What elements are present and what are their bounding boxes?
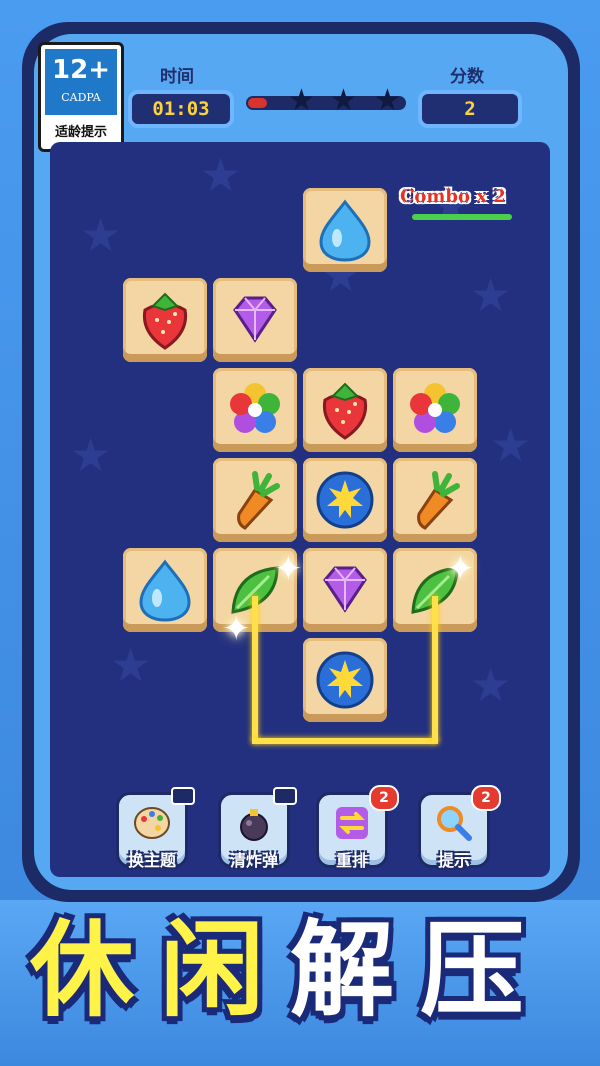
sun-icon <box>316 471 374 529</box>
water-drop-icon <box>319 199 371 262</box>
flower-icon <box>410 383 460 433</box>
tile-strawberry[interactable] <box>123 278 207 362</box>
background-star-icon: ★ <box>470 268 512 322</box>
strawberry-icon <box>322 382 368 440</box>
combo-text: Combo x 2 <box>400 186 506 207</box>
theme-button-label: 换主题 <box>127 851 176 870</box>
tile-water-drop[interactable] <box>303 188 387 272</box>
shuffle-icon <box>336 807 368 839</box>
theme-button[interactable]: 换主题 <box>116 787 195 870</box>
sparkle-icon: ✦ <box>222 609 251 649</box>
combo-timer-bar <box>412 214 512 220</box>
hint-button[interactable]: 2 提示 <box>418 785 501 870</box>
background-star-icon: ★ <box>470 658 512 712</box>
time-label: 时间 <box>160 67 194 87</box>
slogan-char: 压 <box>420 909 525 1031</box>
strawberry-icon <box>142 292 188 350</box>
tile-diamond[interactable] <box>213 278 297 362</box>
slogan-char: 休 <box>30 909 135 1031</box>
score-display: 2 <box>418 90 522 128</box>
progress-star-icon: ★ <box>288 83 315 118</box>
match-path-segment <box>432 596 438 742</box>
progress-star-icon: ★ <box>330 83 357 118</box>
clear-bomb-button[interactable]: 清炸弹 <box>218 787 297 870</box>
progress-star-icon: ★ <box>374 83 401 118</box>
magnifier-icon <box>437 806 472 841</box>
palette-icon <box>134 807 170 839</box>
match-path-segment <box>252 738 438 744</box>
time-display: 01:03 <box>128 90 234 128</box>
sparkle-icon: ✦ <box>446 549 475 589</box>
tile-carrot[interactable] <box>393 458 477 542</box>
tile-sun[interactable] <box>303 638 387 722</box>
clear-bomb-button-label: 清炸弹 <box>229 851 278 870</box>
slogan-char: 解 <box>290 909 395 1031</box>
progress-fill <box>248 98 267 108</box>
age-rating-org: CADPA <box>61 91 101 104</box>
carrot-icon <box>237 471 280 530</box>
slogan-char: 闲 <box>160 909 265 1031</box>
match-path-segment <box>252 596 258 742</box>
age-rating-badge: 12+ CADPA 适龄提示 <box>38 42 124 152</box>
sparkle-icon: ✦ <box>274 549 303 589</box>
water-drop-icon <box>139 559 191 622</box>
video-ad-icon <box>171 787 195 805</box>
sun-icon <box>316 651 374 709</box>
background-star-icon: ★ <box>110 638 152 692</box>
hint-count-badge: 2 <box>471 785 501 811</box>
tile-sun[interactable] <box>303 458 387 542</box>
shuffle-count-badge: 2 <box>369 785 399 811</box>
tile-diamond[interactable] <box>303 548 387 632</box>
bomb-icon <box>240 809 268 841</box>
tile-carrot[interactable] <box>213 458 297 542</box>
background-star-icon: ★ <box>200 148 242 202</box>
carrot-icon <box>417 471 460 530</box>
diamond-icon <box>323 566 367 613</box>
tile-water-drop[interactable] <box>123 548 207 632</box>
background-star-icon: ★ <box>80 208 122 262</box>
video-ad-icon <box>273 787 297 805</box>
background-star-icon: ★ <box>70 428 112 482</box>
age-rating-number: 12+ <box>52 55 110 85</box>
shuffle-button[interactable]: 2 重排 <box>316 785 399 870</box>
tile-strawberry[interactable] <box>303 368 387 452</box>
hint-button-label: 提示 <box>437 851 470 870</box>
shuffle-button-label: 重排 <box>335 851 368 870</box>
score-label: 分数 <box>450 67 484 87</box>
age-rating-text: 适龄提示 <box>54 125 107 140</box>
background-star-icon: ★ <box>490 418 532 472</box>
flower-icon <box>230 383 280 433</box>
tile-flower[interactable] <box>213 368 297 452</box>
tile-flower[interactable] <box>393 368 477 452</box>
diamond-icon <box>233 296 277 343</box>
